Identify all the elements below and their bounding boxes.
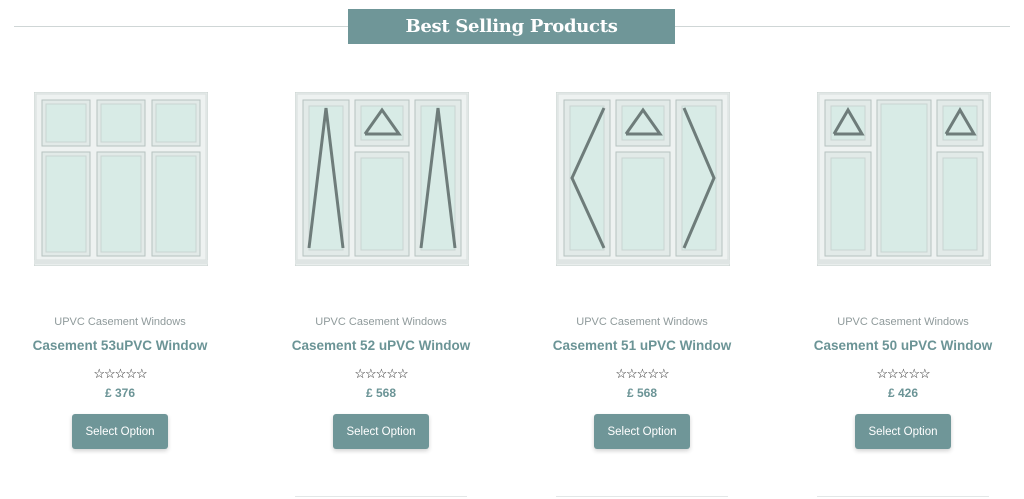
product-title[interactable]: Casement 51 uPVC Window <box>522 338 762 353</box>
select-option-button[interactable]: Select Option <box>333 414 429 449</box>
product-title[interactable]: Casement 50 uPVC Window <box>783 338 1023 353</box>
product-grid: UPVC Casement Windows Casement 53uPVC Wi… <box>0 0 1024 499</box>
window-casement-50-icon[interactable] <box>817 92 991 266</box>
product-card: UPVC Casement Windows Casement 53uPVC Wi… <box>0 0 240 499</box>
window-casement-52-icon[interactable] <box>295 92 469 266</box>
product-card: UPVC Casement Windows Casement 52 uPVC W… <box>261 0 501 499</box>
product-price: £ 568 <box>365 386 397 400</box>
product-card: UPVC Casement Windows Casement 50 uPVC W… <box>783 0 1023 499</box>
window-casement-53-icon[interactable] <box>34 92 208 266</box>
product-price: £ 568 <box>626 386 658 400</box>
select-option-button[interactable]: Select Option <box>72 414 168 449</box>
product-title[interactable]: Casement 52 uPVC Window <box>261 338 501 353</box>
rating-stars: ☆☆☆☆☆ <box>876 366 930 381</box>
next-row-divider <box>556 496 728 497</box>
rating-stars: ☆☆☆☆☆ <box>615 366 669 381</box>
select-option-button[interactable]: Select Option <box>594 414 690 449</box>
select-option-button[interactable]: Select Option <box>855 414 951 449</box>
product-category[interactable]: UPVC Casement Windows <box>261 316 501 328</box>
product-price: £ 376 <box>104 386 136 400</box>
product-title[interactable]: Casement 53uPVC Window <box>0 338 240 353</box>
next-row-divider <box>295 496 467 497</box>
next-row-divider <box>817 496 989 497</box>
product-category[interactable]: UPVC Casement Windows <box>0 316 240 328</box>
window-casement-51-icon[interactable] <box>556 92 730 266</box>
rating-stars: ☆☆☆☆☆ <box>93 366 147 381</box>
rating-stars: ☆☆☆☆☆ <box>354 366 408 381</box>
product-category[interactable]: UPVC Casement Windows <box>522 316 762 328</box>
product-price: £ 426 <box>887 386 919 400</box>
product-category[interactable]: UPVC Casement Windows <box>783 316 1023 328</box>
product-card: UPVC Casement Windows Casement 51 uPVC W… <box>522 0 762 499</box>
